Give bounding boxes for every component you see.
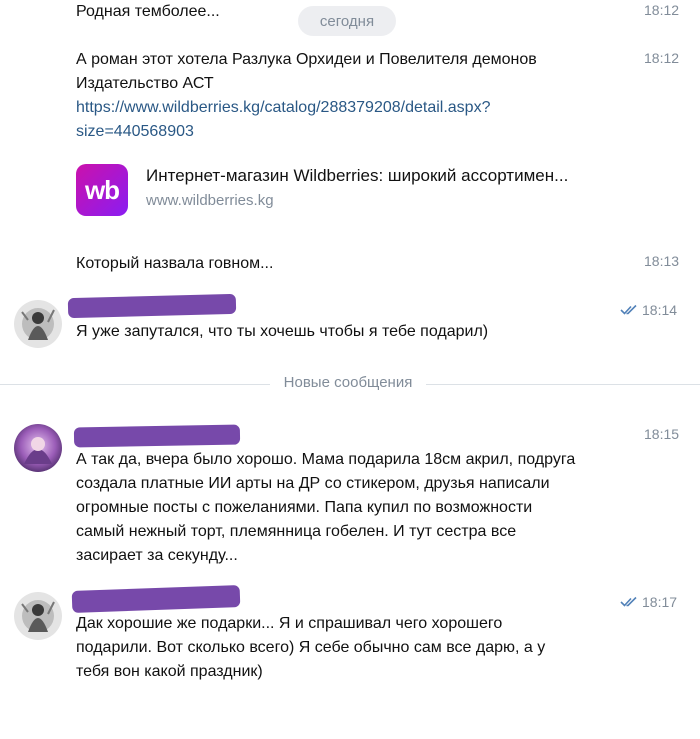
message-time: 18:13 [644,253,680,269]
message-text-line: подарили. Вот сколько всего) Я себе обыч… [76,639,546,656]
message-link[interactable]: size=440568903 [76,120,194,144]
redacted-author-name [73,424,241,448]
wildberries-logo-icon[interactable]: wb [76,164,128,216]
message-text-line: тебя вон какой праздник) [76,663,263,680]
message-text-line: огромные посты с пожеланиями. Папа купил… [76,499,533,516]
new-messages-divider: Новые сообщения [270,374,426,391]
avatar-image-icon [14,300,62,348]
avatar[interactable] [14,592,62,640]
message-text: Который назвала говном... [76,255,274,272]
redacted-author-name [67,293,237,319]
double-check-icon [620,304,637,315]
message-text-line: Дак хорошие же подарки... Я и спрашивал … [76,615,503,632]
avatar-image-icon [14,424,62,472]
message-link[interactable]: https://www.wildberries.kg/catalog/28837… [76,96,490,120]
message-time: 18:15 [644,426,680,442]
avatar[interactable] [14,424,62,472]
message-time: 18:12 [644,2,680,18]
message-text-line: самый нежный торт, племянница гобелен. И… [76,523,517,540]
message-meta: 18:17 [620,594,677,610]
message-text: Родная темболее... [76,3,220,20]
message-text-line: А так да, вчера было хорошо. Мама подари… [76,451,576,468]
avatar[interactable] [14,300,62,348]
redacted-author-name [71,585,241,613]
double-check-icon [620,596,637,607]
divider-line [426,384,700,385]
message-meta: 18:14 [620,302,677,318]
message-text-line: засирает за секунду... [76,547,238,564]
message-text-line: Издательство АСТ [76,75,214,92]
link-preview-domain: www.wildberries.kg [146,192,274,209]
message-time: 18:14 [642,302,678,318]
message-time: 18:12 [644,50,680,66]
divider-line [0,384,270,385]
message-time: 18:17 [642,594,678,610]
message-text-line: создала платные ИИ арты на ДР со стикеро… [76,475,550,492]
message-text-line: А роман этот хотела Разлука Орхидеи и По… [76,51,537,68]
link-preview-title[interactable]: Интернет-магазин Wildberries: широкий ас… [146,164,568,188]
avatar-image-icon [14,592,62,640]
message-text: Я уже запутался, что ты хочешь чтобы я т… [76,323,489,340]
date-divider: сегодня [298,6,396,36]
